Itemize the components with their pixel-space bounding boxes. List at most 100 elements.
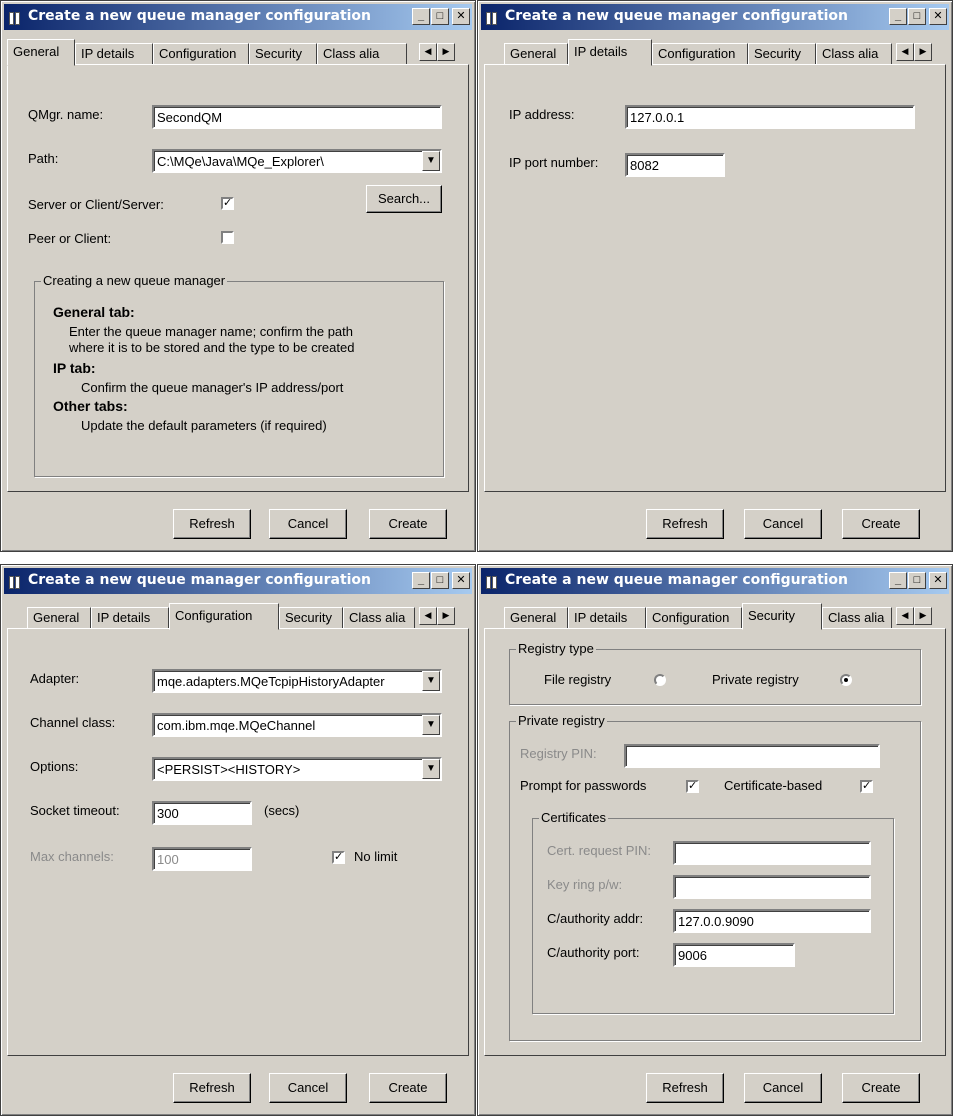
- dropdown-arrow-icon[interactable]: ▼: [422, 151, 440, 171]
- adapter-select[interactable]: mqe.adapters.MQeTcpipHistoryAdapter ▼: [152, 669, 442, 693]
- cancel-button[interactable]: Cancel: [744, 509, 822, 539]
- maximize-icon[interactable]: □: [431, 8, 449, 25]
- ca-addr-label: C/authority addr:: [547, 911, 644, 926]
- create-button[interactable]: Create: [842, 1073, 920, 1103]
- dropdown-arrow-icon[interactable]: ▼: [422, 715, 440, 735]
- channel-class-label: Channel class:: [30, 715, 116, 730]
- tab-general[interactable]: General: [7, 39, 75, 66]
- title-bar[interactable]: Create a new queue manager configuration…: [4, 4, 472, 30]
- channel-class-value: com.ibm.mqe.MQeChannel: [157, 718, 316, 733]
- private-registry-radio[interactable]: [840, 674, 852, 686]
- tab-general[interactable]: General: [504, 607, 568, 629]
- close-icon[interactable]: ✕: [929, 572, 947, 589]
- create-button[interactable]: Create: [369, 509, 447, 539]
- tab-class-aliases[interactable]: Class alia: [822, 607, 892, 629]
- minimize-icon[interactable]: _: [889, 8, 907, 25]
- refresh-button[interactable]: Refresh: [173, 509, 251, 539]
- tab-security[interactable]: Security: [742, 603, 822, 630]
- tab-configuration[interactable]: Configuration: [169, 603, 279, 630]
- dropdown-arrow-icon[interactable]: ▼: [422, 759, 440, 779]
- socket-timeout-input[interactable]: 300: [152, 801, 252, 825]
- prompt-passwords-checkbox[interactable]: ✓: [686, 780, 699, 793]
- tab-ip-details[interactable]: IP details: [75, 43, 153, 65]
- dropdown-arrow-icon[interactable]: ▼: [422, 671, 440, 691]
- scroll-right-icon[interactable]: ▶: [437, 607, 455, 625]
- cancel-button[interactable]: Cancel: [269, 509, 347, 539]
- title-bar[interactable]: Create a new queue manager configuration…: [481, 4, 949, 30]
- file-registry-radio[interactable]: [654, 674, 666, 686]
- tab-ip-details[interactable]: IP details: [91, 607, 169, 629]
- tab-configuration[interactable]: Configuration: [646, 607, 742, 629]
- cert-request-pin-input[interactable]: [673, 841, 871, 865]
- no-limit-checkbox[interactable]: ✓: [332, 851, 345, 864]
- tab-general[interactable]: General: [504, 43, 568, 65]
- tab-security[interactable]: Security: [279, 607, 343, 629]
- minimize-icon[interactable]: _: [889, 572, 907, 589]
- ca-port-input[interactable]: 9006: [673, 943, 795, 967]
- path-select[interactable]: C:\MQe\Java\MQe_Explorer\ ▼: [152, 149, 442, 173]
- tab-class-aliases[interactable]: Class alia: [317, 43, 407, 65]
- scroll-right-icon[interactable]: ▶: [914, 607, 932, 625]
- file-registry-label: File registry: [544, 672, 612, 687]
- certificate-based-checkbox[interactable]: ✓: [860, 780, 873, 793]
- options-select[interactable]: <PERSIST><HISTORY> ▼: [152, 757, 442, 781]
- scroll-left-icon[interactable]: ◀: [419, 43, 437, 61]
- title-bar[interactable]: Create a new queue manager configuration…: [481, 568, 949, 594]
- tab-security[interactable]: Security: [748, 43, 816, 65]
- tab-security[interactable]: Security: [249, 43, 317, 65]
- scroll-left-icon[interactable]: ◀: [896, 607, 914, 625]
- maximize-icon[interactable]: □: [908, 8, 926, 25]
- create-button[interactable]: Create: [369, 1073, 447, 1103]
- scroll-right-icon[interactable]: ▶: [914, 43, 932, 61]
- ca-addr-input[interactable]: 127.0.0.9090: [673, 909, 871, 933]
- check-icon: ✓: [223, 197, 233, 209]
- ip-address-input[interactable]: 127.0.0.1: [625, 105, 915, 129]
- app-icon: [8, 10, 24, 25]
- close-icon[interactable]: ✕: [452, 8, 470, 25]
- search-button[interactable]: Search...: [366, 185, 442, 213]
- refresh-button[interactable]: Refresh: [173, 1073, 251, 1103]
- minimize-icon[interactable]: _: [412, 8, 430, 25]
- qmgr-name-input[interactable]: SecondQM: [152, 105, 442, 129]
- help-group-title: Creating a new queue manager: [41, 273, 228, 288]
- title-bar[interactable]: Create a new queue manager configuration…: [4, 568, 472, 594]
- close-icon[interactable]: ✕: [452, 572, 470, 589]
- minimize-icon[interactable]: _: [412, 572, 430, 589]
- tab-class-aliases[interactable]: Class alia: [816, 43, 892, 65]
- tab-ip-details[interactable]: IP details: [568, 39, 652, 66]
- tab-class-aliases[interactable]: Class alia: [343, 607, 415, 629]
- scroll-right-icon[interactable]: ▶: [437, 43, 455, 61]
- max-channels-label: Max channels:: [30, 849, 114, 864]
- create-button[interactable]: Create: [842, 509, 920, 539]
- server-label: Server or Client/Server:: [28, 197, 164, 212]
- help-group: Creating a new queue manager General tab…: [34, 273, 444, 477]
- tab-configuration[interactable]: Configuration: [652, 43, 748, 65]
- channel-class-select[interactable]: com.ibm.mqe.MQeChannel ▼: [152, 713, 442, 737]
- refresh-button[interactable]: Refresh: [646, 1073, 724, 1103]
- refresh-button[interactable]: Refresh: [646, 509, 724, 539]
- scroll-left-icon[interactable]: ◀: [419, 607, 437, 625]
- tab-panel-general: QMgr. name: SecondQM Path: C:\MQe\Java\M…: [7, 64, 469, 492]
- max-channels-input[interactable]: 100: [152, 847, 252, 871]
- cancel-button[interactable]: Cancel: [269, 1073, 347, 1103]
- tab-ip-details[interactable]: IP details: [568, 607, 646, 629]
- peer-checkbox[interactable]: [221, 231, 234, 244]
- tab-configuration[interactable]: Configuration: [153, 43, 249, 65]
- no-limit-label: No limit: [354, 849, 398, 864]
- tab-general[interactable]: General: [27, 607, 91, 629]
- cancel-button[interactable]: Cancel: [744, 1073, 822, 1103]
- maximize-icon[interactable]: □: [908, 572, 926, 589]
- ip-port-input[interactable]: 8082: [625, 153, 725, 177]
- window-title: Create a new queue manager configuration: [505, 8, 849, 24]
- check-icon: ✓: [334, 851, 344, 863]
- registry-pin-input[interactable]: [624, 744, 880, 768]
- adapter-label: Adapter:: [30, 671, 80, 686]
- key-ring-input[interactable]: [673, 875, 871, 899]
- close-icon[interactable]: ✕: [929, 8, 947, 25]
- qmgr-name-label: QMgr. name:: [28, 107, 104, 122]
- tab-strip: General IP details Configuration Securit…: [7, 603, 469, 630]
- scroll-left-icon[interactable]: ◀: [896, 43, 914, 61]
- maximize-icon[interactable]: □: [431, 572, 449, 589]
- help-ip-text: Confirm the queue manager's IP address/p…: [81, 380, 344, 395]
- server-checkbox[interactable]: ✓: [221, 197, 234, 210]
